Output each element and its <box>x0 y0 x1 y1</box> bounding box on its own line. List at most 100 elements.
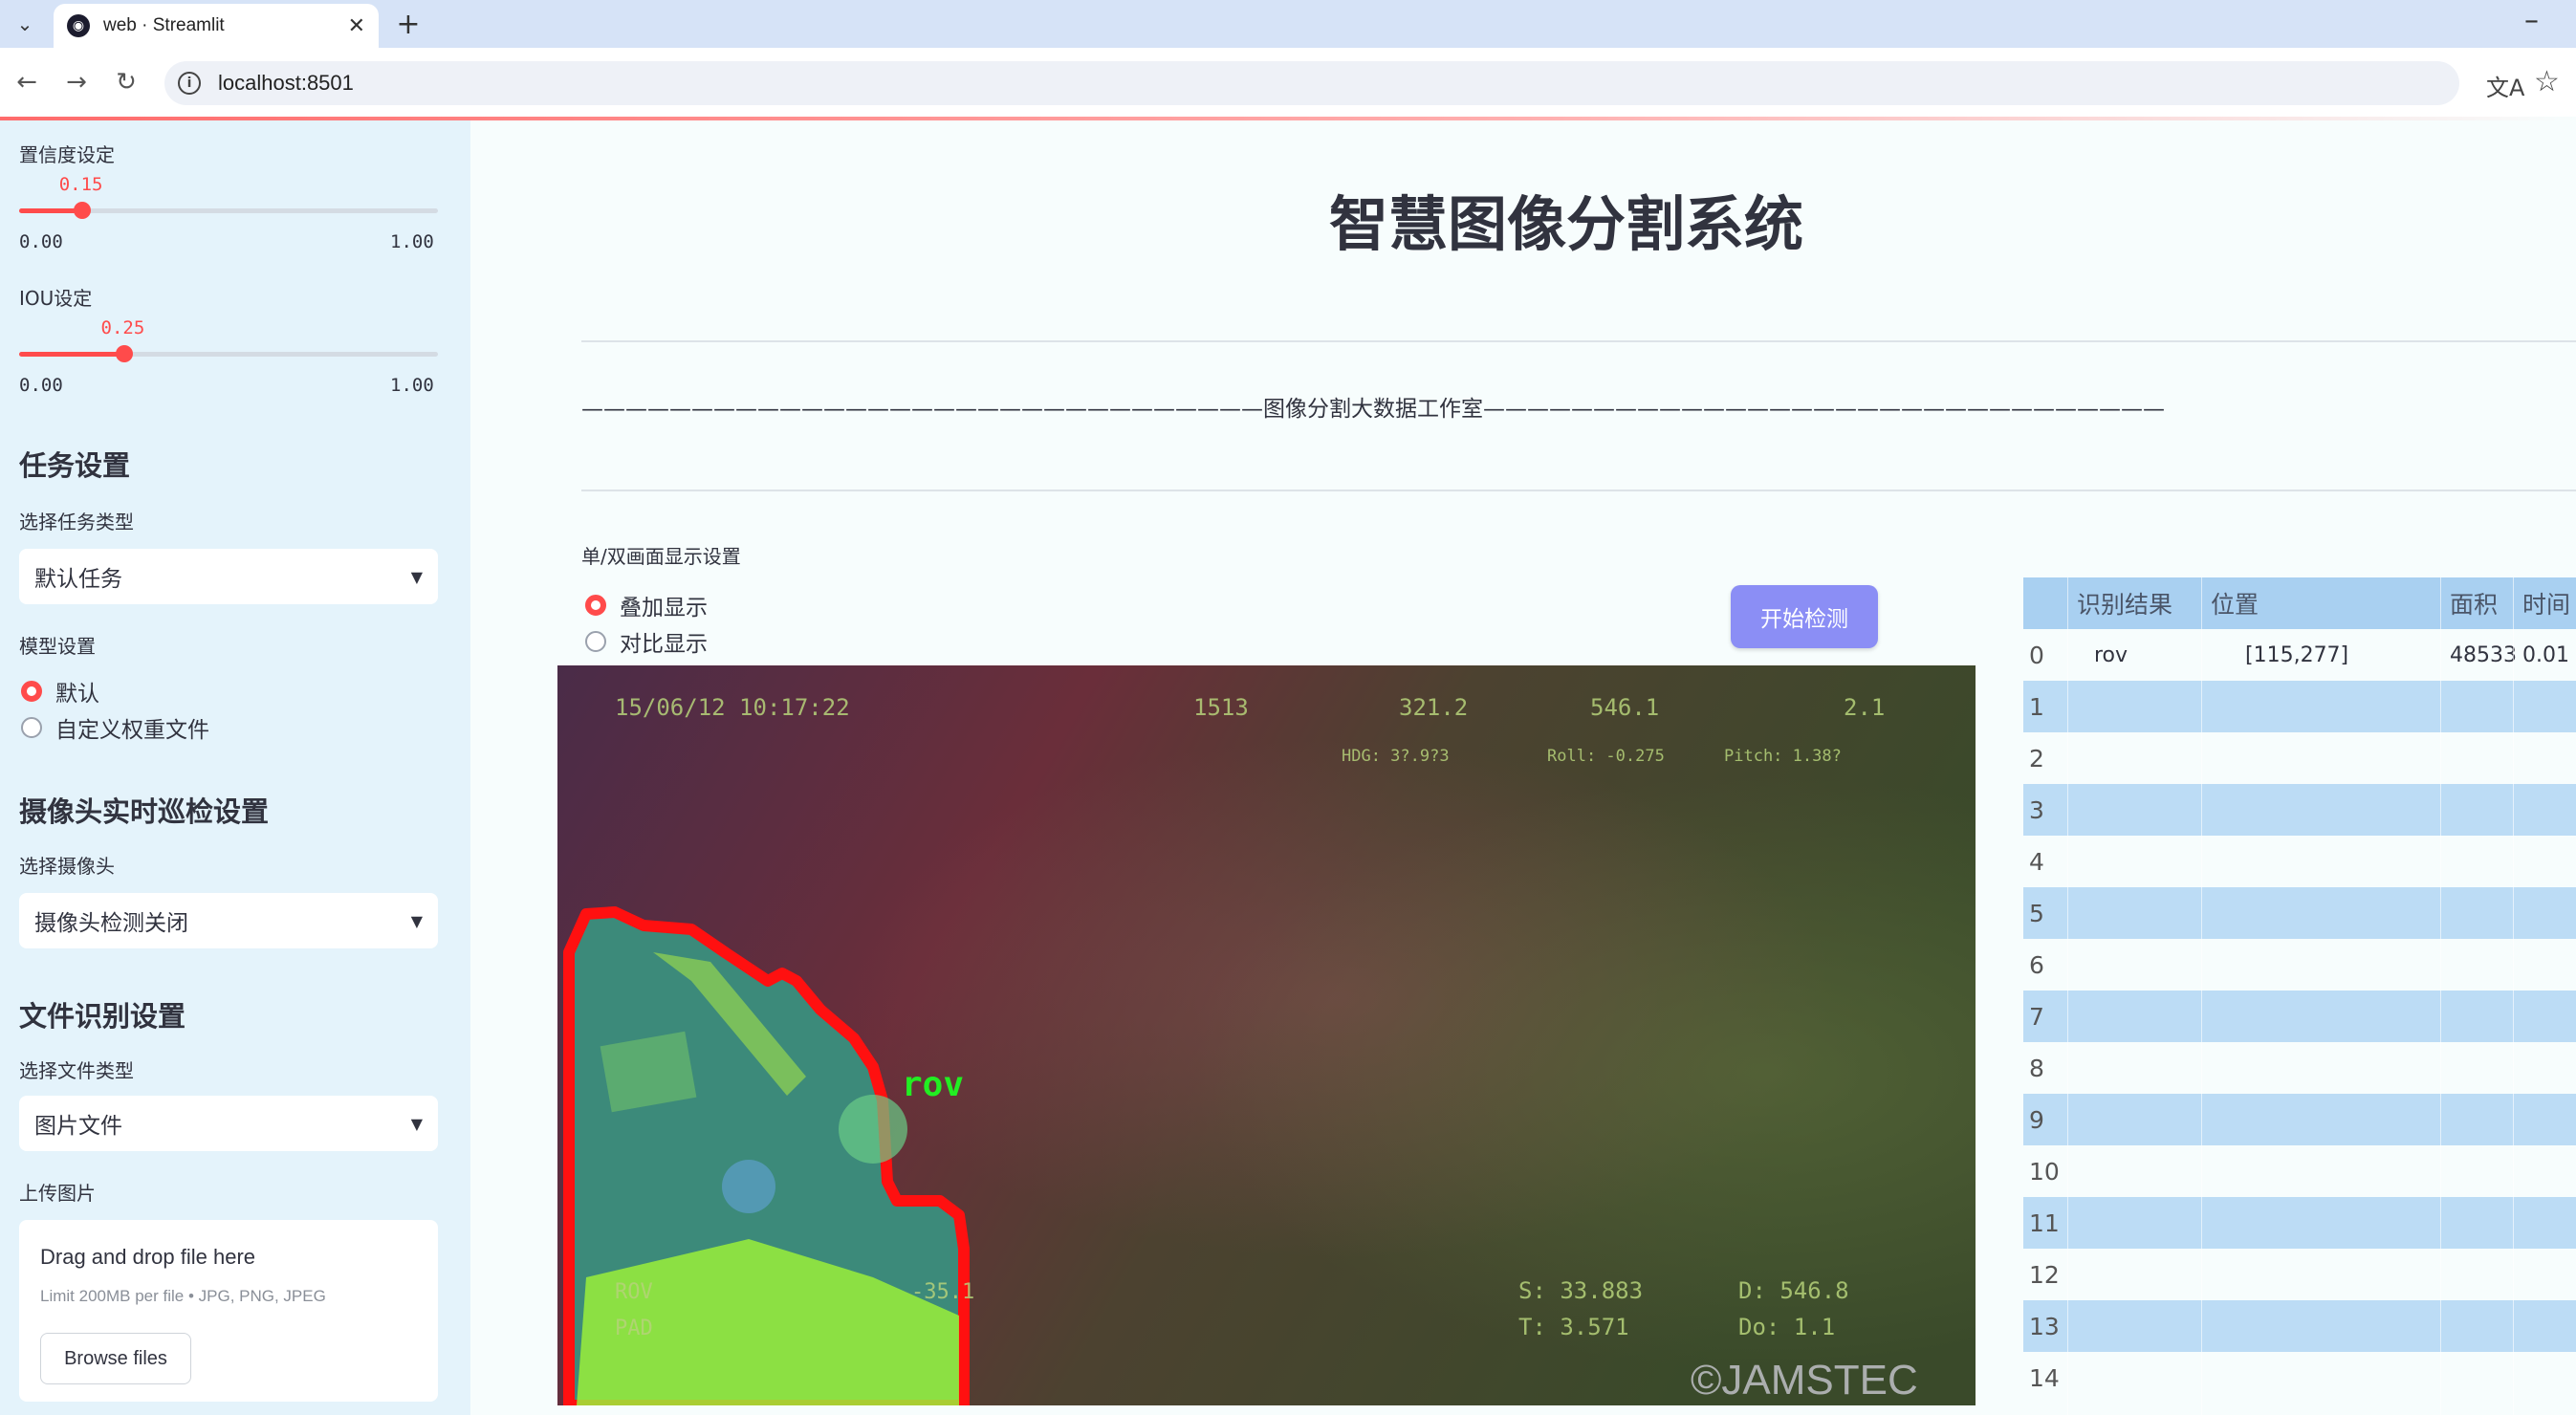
header-position[interactable]: 位置 <box>2211 577 2259 629</box>
reload-icon[interactable]: ↻ <box>107 63 145 101</box>
tab-search-icon[interactable]: ⌄ <box>10 8 40 40</box>
model-option-custom[interactable]: 自定义权重文件 <box>21 711 209 744</box>
radio-selected-icon <box>21 681 42 702</box>
table-header: 识别结果 位置 面积 时间 <box>2023 577 2576 629</box>
back-icon[interactable]: ← <box>8 63 46 101</box>
model-option-default[interactable]: 默认 <box>21 675 99 708</box>
new-tab-icon[interactable]: + <box>392 8 425 41</box>
table-row[interactable]: 5 <box>2023 887 2576 939</box>
header-result[interactable]: 识别结果 <box>2077 577 2172 629</box>
task-type-label: 选择任务类型 <box>19 511 134 533</box>
hud-value: S: 33.883 <box>1518 1277 1643 1304</box>
divider <box>581 490 2576 491</box>
bookmark-star-icon[interactable]: ☆ <box>2534 65 2560 98</box>
table-row[interactable]: 1 <box>2023 681 2576 732</box>
file-dropzone[interactable]: Drag and drop file here Limit 200MB per … <box>19 1220 438 1402</box>
detection-label: rov <box>902 1065 964 1104</box>
row-index: 0 <box>2029 641 2044 669</box>
iou-slider-fill <box>19 352 124 357</box>
display-option-compare[interactable]: 对比显示 <box>585 625 708 658</box>
table-row[interactable]: 2 <box>2023 732 2576 784</box>
site-info-icon[interactable]: i <box>178 72 201 95</box>
table-row[interactable]: 7 <box>2023 990 2576 1042</box>
row-index: 3 <box>2029 795 2044 824</box>
column-divider <box>2201 577 2202 1415</box>
hud-value: T: 3.571 <box>1518 1314 1629 1340</box>
header-area[interactable]: 面积 <box>2450 577 2498 629</box>
cell-result: rov <box>2094 642 2128 667</box>
chevron-down-icon: ▼ <box>410 911 423 930</box>
confidence-slider-thumb[interactable] <box>73 202 91 219</box>
table-row[interactable]: 10 <box>2023 1145 2576 1197</box>
hud-value: ROV <box>615 1280 653 1304</box>
table-row[interactable]: 11 <box>2023 1197 2576 1249</box>
row-index: 2 <box>2029 744 2044 773</box>
divider <box>581 340 2576 342</box>
streamlit-favicon-icon: ◉ <box>67 14 90 37</box>
browser-tab-bar: ⌄ ◉ web · Streamlit ✕ + – <box>0 0 2576 48</box>
iou-slider-thumb[interactable] <box>115 345 133 362</box>
hud-value: Pitch: 1.38? <box>1724 747 1842 766</box>
table-row[interactable]: 9 <box>2023 1094 2576 1145</box>
confidence-label: 置信度设定 <box>19 143 115 166</box>
row-index: 14 <box>2029 1363 2060 1392</box>
table-row[interactable]: 8 <box>2023 1042 2576 1094</box>
camera-settings-heading: 摄像头实时巡检设置 <box>19 795 270 828</box>
iou-slider[interactable] <box>19 345 438 362</box>
row-index: 1 <box>2029 692 2044 721</box>
file-type-select[interactable]: 图片文件 ▼ <box>19 1096 438 1151</box>
camera-select[interactable]: 摄像头检测关闭 ▼ <box>19 893 438 948</box>
table-row[interactable]: 14 <box>2023 1352 2576 1404</box>
task-settings-heading: 任务设置 <box>19 449 131 482</box>
row-index: 12 <box>2029 1260 2060 1289</box>
results-table[interactable]: 识别结果 位置 面积 时间 0 rov [115,277] 48533 0.01 1 2 3 4… <box>2023 577 2576 1415</box>
cell-position: [115,277] <box>2245 642 2349 667</box>
task-type-select[interactable]: 默认任务 ▼ <box>19 549 438 604</box>
hud-value: Do: 1.1 <box>1738 1314 1835 1340</box>
table-row[interactable]: 13 <box>2023 1300 2576 1352</box>
camera-select-value: 摄像头检测关闭 <box>34 911 188 936</box>
hud-value: 546.1 <box>1590 694 1659 721</box>
upload-label: 上传图片 <box>19 1182 96 1205</box>
display-option-label: 叠加显示 <box>620 596 708 620</box>
detection-result-image: rov 15/06/12 10:17:22 1513 321.2 546.1 2… <box>557 665 1976 1405</box>
iou-max: 1.00 <box>390 375 434 396</box>
address-bar: ← → ↻ i localhost:8501 文A ☆ <box>0 48 2576 117</box>
row-index: 7 <box>2029 1002 2044 1031</box>
forward-icon[interactable]: → <box>57 63 96 101</box>
row-index: 11 <box>2029 1208 2060 1237</box>
tab-close-icon[interactable]: ✕ <box>348 14 365 38</box>
iou-label: IOU设定 <box>19 287 93 310</box>
hud-value: PAD <box>615 1317 653 1340</box>
hud-timestamp: 15/06/12 10:17:22 <box>615 694 850 721</box>
column-divider <box>2513 577 2514 1415</box>
file-type-label: 选择文件类型 <box>19 1059 134 1082</box>
file-settings-heading: 文件识别设置 <box>19 1000 186 1033</box>
table-row[interactable]: 6 <box>2023 939 2576 990</box>
hud-value: 321.2 <box>1399 694 1468 721</box>
header-time[interactable]: 时间 <box>2522 577 2570 629</box>
row-index: 4 <box>2029 847 2044 876</box>
display-option-overlay[interactable]: 叠加显示 <box>585 589 708 621</box>
translate-icon[interactable]: 文A <box>2486 69 2524 102</box>
model-settings-label: 模型设置 <box>19 635 96 658</box>
table-row[interactable]: 3 <box>2023 784 2576 836</box>
chevron-down-icon: ▼ <box>410 1114 423 1133</box>
task-type-value: 默认任务 <box>34 567 122 592</box>
table-row[interactable]: 12 <box>2023 1249 2576 1300</box>
hud-value: 1513 <box>1193 694 1249 721</box>
camera-select-label: 选择摄像头 <box>19 855 115 878</box>
table-row[interactable]: 0 rov [115,277] 48533 0.01 <box>2023 629 2576 681</box>
page-title: 智慧图像分割系统 <box>1329 189 1804 259</box>
url-field[interactable]: i localhost:8501 <box>164 61 2459 105</box>
minimize-icon[interactable]: – <box>2524 4 2539 37</box>
browser-tab[interactable]: ◉ web · Streamlit ✕ <box>54 4 379 48</box>
row-index: 9 <box>2029 1105 2044 1134</box>
hud-value: -35.1 <box>911 1280 974 1304</box>
table-row[interactable]: 4 <box>2023 836 2576 887</box>
browse-files-button[interactable]: Browse files <box>40 1333 191 1384</box>
jamstec-watermark: ©JAMSTEC <box>1691 1357 1918 1404</box>
chevron-down-icon: ▼ <box>410 567 423 586</box>
confidence-slider[interactable] <box>19 202 438 219</box>
start-detection-button[interactable]: 开始检测 <box>1731 585 1878 648</box>
